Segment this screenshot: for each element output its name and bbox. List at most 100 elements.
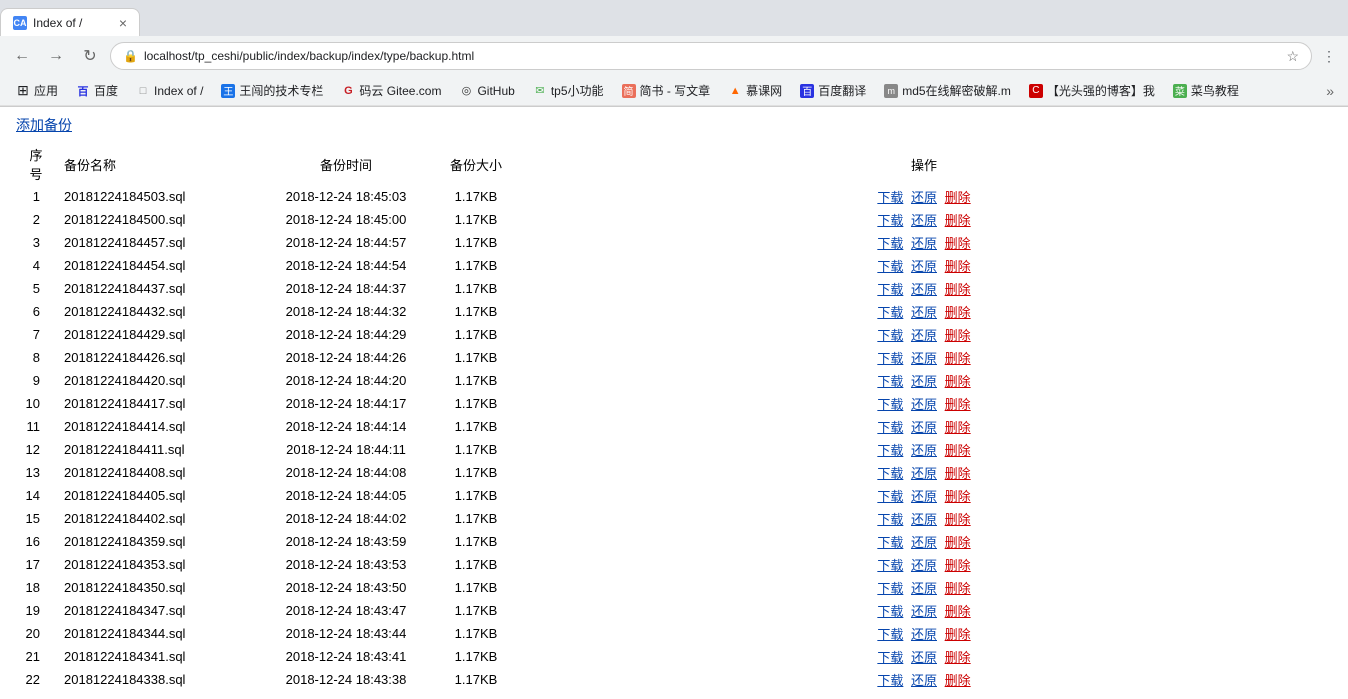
download-link[interactable]: 下载 [877, 305, 903, 320]
delete-link[interactable]: 删除 [945, 420, 971, 435]
download-link[interactable]: 下载 [877, 581, 903, 596]
delete-link[interactable]: 删除 [945, 581, 971, 596]
download-link[interactable]: 下载 [877, 535, 903, 550]
restore-link[interactable]: 还原 [911, 351, 937, 366]
delete-link[interactable]: 删除 [945, 351, 971, 366]
delete-link[interactable]: 删除 [945, 466, 971, 481]
bookmark-jian[interactable]: 简 简书 - 写文章 [614, 79, 719, 103]
delete-link[interactable]: 删除 [945, 374, 971, 389]
delete-link[interactable]: 删除 [945, 512, 971, 527]
delete-link[interactable]: 删除 [945, 305, 971, 320]
download-link[interactable]: 下载 [877, 443, 903, 458]
delete-link[interactable]: 删除 [945, 650, 971, 665]
restore-link[interactable]: 还原 [911, 328, 937, 343]
bookmark-index[interactable]: □ Index of / [128, 79, 211, 103]
restore-link[interactable]: 还原 [911, 259, 937, 274]
tab-close-button[interactable]: × [119, 15, 127, 31]
delete-link[interactable]: 删除 [945, 604, 971, 619]
bookmark-muke[interactable]: ▲ 慕课网 [720, 79, 790, 103]
bookmark-baidu[interactable]: 百 百度 [68, 79, 126, 103]
download-link[interactable]: 下载 [877, 489, 903, 504]
download-link[interactable]: 下载 [877, 512, 903, 527]
restore-link[interactable]: 还原 [911, 673, 937, 688]
download-link[interactable]: 下载 [877, 259, 903, 274]
bookmark-star-button[interactable]: ☆ [1286, 48, 1299, 65]
download-link[interactable]: 下载 [877, 604, 903, 619]
cell-actions: 下载 还原 删除 [516, 415, 1332, 438]
bookmark-tp5-label: tp5小功能 [551, 82, 604, 99]
delete-link[interactable]: 删除 [945, 558, 971, 573]
restore-link[interactable]: 还原 [911, 190, 937, 205]
table-row: 1820181224184350.sql2018-12-24 18:43:501… [16, 576, 1332, 599]
add-backup-link[interactable]: 添加备份 [16, 115, 1332, 135]
restore-link[interactable]: 还原 [911, 374, 937, 389]
restore-link[interactable]: 还原 [911, 420, 937, 435]
download-link[interactable]: 下载 [877, 282, 903, 297]
download-link[interactable]: 下载 [877, 558, 903, 573]
download-link[interactable]: 下载 [877, 627, 903, 642]
restore-link[interactable]: 还原 [911, 627, 937, 642]
delete-link[interactable]: 删除 [945, 535, 971, 550]
download-link[interactable]: 下载 [877, 213, 903, 228]
gitee-icon: G [341, 84, 355, 98]
delete-link[interactable]: 删除 [945, 489, 971, 504]
delete-link[interactable]: 删除 [945, 259, 971, 274]
forward-button[interactable]: → [42, 42, 70, 70]
restore-link[interactable]: 还原 [911, 443, 937, 458]
bookmark-wangjian[interactable]: 王 王闯的技术专栏 [213, 79, 331, 103]
delete-link[interactable]: 删除 [945, 627, 971, 642]
restore-link[interactable]: 还原 [911, 558, 937, 573]
restore-link[interactable]: 还原 [911, 489, 937, 504]
delete-link[interactable]: 删除 [945, 397, 971, 412]
download-link[interactable]: 下载 [877, 374, 903, 389]
restore-link[interactable]: 还原 [911, 213, 937, 228]
cell-actions: 下载 还原 删除 [516, 254, 1332, 277]
bookmark-gitee[interactable]: G 码云 Gitee.com [333, 79, 449, 103]
download-link[interactable]: 下载 [877, 466, 903, 481]
cell-time: 2018-12-24 18:45:00 [256, 208, 436, 231]
bookmarks-more-button[interactable]: » [1320, 81, 1340, 101]
cell-name: 20181224184341.sql [56, 645, 256, 668]
delete-link[interactable]: 删除 [945, 282, 971, 297]
reload-button[interactable]: ↻ [76, 42, 104, 70]
delete-link[interactable]: 删除 [945, 443, 971, 458]
restore-link[interactable]: 还原 [911, 512, 937, 527]
delete-link[interactable]: 删除 [945, 673, 971, 688]
bookmark-md5[interactable]: m md5在线解密破解.m [876, 79, 1019, 103]
restore-link[interactable]: 还原 [911, 282, 937, 297]
restore-link[interactable]: 还原 [911, 581, 937, 596]
download-link[interactable]: 下载 [877, 190, 903, 205]
download-link[interactable]: 下载 [877, 397, 903, 412]
extensions-button[interactable]: ⋮ [1318, 44, 1340, 69]
bookmark-baidufan[interactable]: 百 百度翻译 [792, 79, 874, 103]
delete-link[interactable]: 删除 [945, 236, 971, 251]
restore-link[interactable]: 还原 [911, 397, 937, 412]
restore-link[interactable]: 还原 [911, 604, 937, 619]
restore-link[interactable]: 还原 [911, 466, 937, 481]
download-link[interactable]: 下载 [877, 673, 903, 688]
bookmark-apps[interactable]: ⊞ 应用 [8, 79, 66, 103]
baidufan-icon: 百 [800, 84, 814, 98]
restore-link[interactable]: 还原 [911, 650, 937, 665]
bookmark-tp5[interactable]: ✉ tp5小功能 [525, 79, 612, 103]
delete-link[interactable]: 删除 [945, 213, 971, 228]
restore-link[interactable]: 还原 [911, 236, 937, 251]
download-link[interactable]: 下载 [877, 236, 903, 251]
download-link[interactable]: 下载 [877, 351, 903, 366]
delete-link[interactable]: 删除 [945, 328, 971, 343]
address-bar[interactable]: 🔒 localhost/tp_ceshi/public/index/backup… [110, 42, 1312, 70]
bookmark-runoob[interactable]: 菜 菜鸟教程 [1165, 79, 1247, 103]
bookmark-jian-label: 简书 - 写文章 [640, 82, 711, 99]
bookmark-github[interactable]: ◎ GitHub [451, 79, 522, 103]
download-link[interactable]: 下载 [877, 420, 903, 435]
cell-actions: 下载 还原 删除 [516, 530, 1332, 553]
restore-link[interactable]: 还原 [911, 535, 937, 550]
download-link[interactable]: 下载 [877, 650, 903, 665]
restore-link[interactable]: 还原 [911, 305, 937, 320]
download-link[interactable]: 下载 [877, 328, 903, 343]
cell-time: 2018-12-24 18:44:02 [256, 507, 436, 530]
back-button[interactable]: ← [8, 42, 36, 70]
delete-link[interactable]: 删除 [945, 190, 971, 205]
bookmark-guangtou[interactable]: C 【光头强的博客】我 [1021, 79, 1163, 103]
browser-tab[interactable]: CA Index of / × [0, 8, 140, 36]
